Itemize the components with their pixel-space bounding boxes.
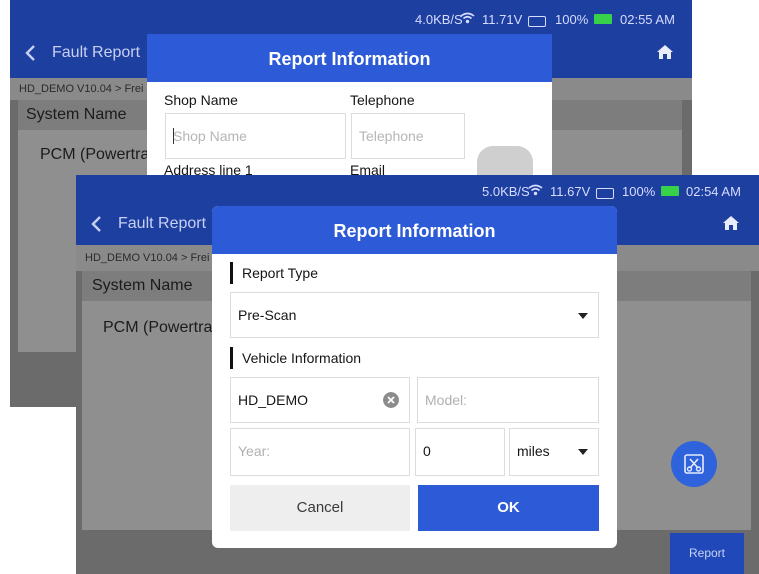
mileage-unit-value: miles [517,443,550,459]
report-type-dropdown[interactable]: Pre-Scan [230,292,599,338]
network-speed: 5.0KB/S [482,184,530,199]
report-fab[interactable] [671,441,717,487]
page-title: Fault Report [118,215,207,232]
battery-icon [661,186,679,196]
report-information-dialog: Report Information Report Type Pre-Scan … [212,206,617,548]
back-arrow-icon[interactable] [24,44,36,62]
battery-percent: 100% [555,12,589,27]
vehicle-info-section-label: Vehicle Information [230,347,361,369]
status-bar: 5.0KB/S 11.67V 100% 02:54 AM [76,175,759,205]
cancel-button[interactable]: Cancel [230,485,410,531]
voltage-readout: 11.67V [550,184,591,199]
mileage-input[interactable]: 0 [415,428,505,476]
wifi-icon [460,12,475,24]
clock: 02:55 AM [620,12,675,27]
mileage-value: 0 [423,443,431,459]
status-bar: 4.0KB/S 11.71V 100% 02:55 AM [10,0,692,38]
dropdown-caret-icon [578,313,588,319]
model-placeholder: Model: [425,392,468,408]
system-item-pcm[interactable]: PCM (Powertrain [103,319,225,337]
car-battery-icon [596,188,614,199]
network-speed: 4.0KB/S [415,12,463,27]
telephone-label: Telephone [350,92,415,108]
voltage-readout: 11.71V [482,12,523,27]
dialog-title: Report Information [212,206,617,254]
home-icon[interactable] [722,215,740,231]
shop-name-placeholder: Shop Name [173,128,247,144]
report-scissors-icon [684,454,704,474]
clear-icon[interactable] [383,392,399,408]
model-input[interactable]: Model: [417,377,599,423]
make-input[interactable]: HD_DEMO [230,377,410,423]
dropdown-caret-icon [578,449,588,455]
report-type-value: Pre-Scan [238,307,297,323]
report-button[interactable]: Report [670,533,744,574]
car-battery-icon [528,16,546,27]
dialog-title: Report Information [147,34,552,82]
shop-name-label: Shop Name [164,92,238,108]
ok-button[interactable]: OK [418,485,599,531]
back-arrow-icon[interactable] [90,215,102,233]
telephone-input[interactable]: Telephone [351,113,465,159]
page-title: Fault Report [52,44,141,61]
home-icon[interactable] [656,44,674,60]
wifi-icon [528,184,543,196]
system-item-pcm[interactable]: PCM (Powertrain [40,146,162,164]
make-value: HD_DEMO [238,392,309,408]
battery-percent: 100% [622,184,656,199]
year-input[interactable]: Year: [230,428,410,476]
clock: 02:54 AM [686,184,741,199]
report-information-dialog-back: Report Information Shop Name Shop Name T… [147,34,552,180]
shop-name-input[interactable]: Shop Name [165,113,346,159]
year-placeholder: Year: [238,443,271,459]
battery-icon [594,14,612,24]
mileage-unit-dropdown[interactable]: miles [509,428,599,476]
report-type-section-label: Report Type [230,262,318,284]
telephone-placeholder: Telephone [359,128,424,144]
